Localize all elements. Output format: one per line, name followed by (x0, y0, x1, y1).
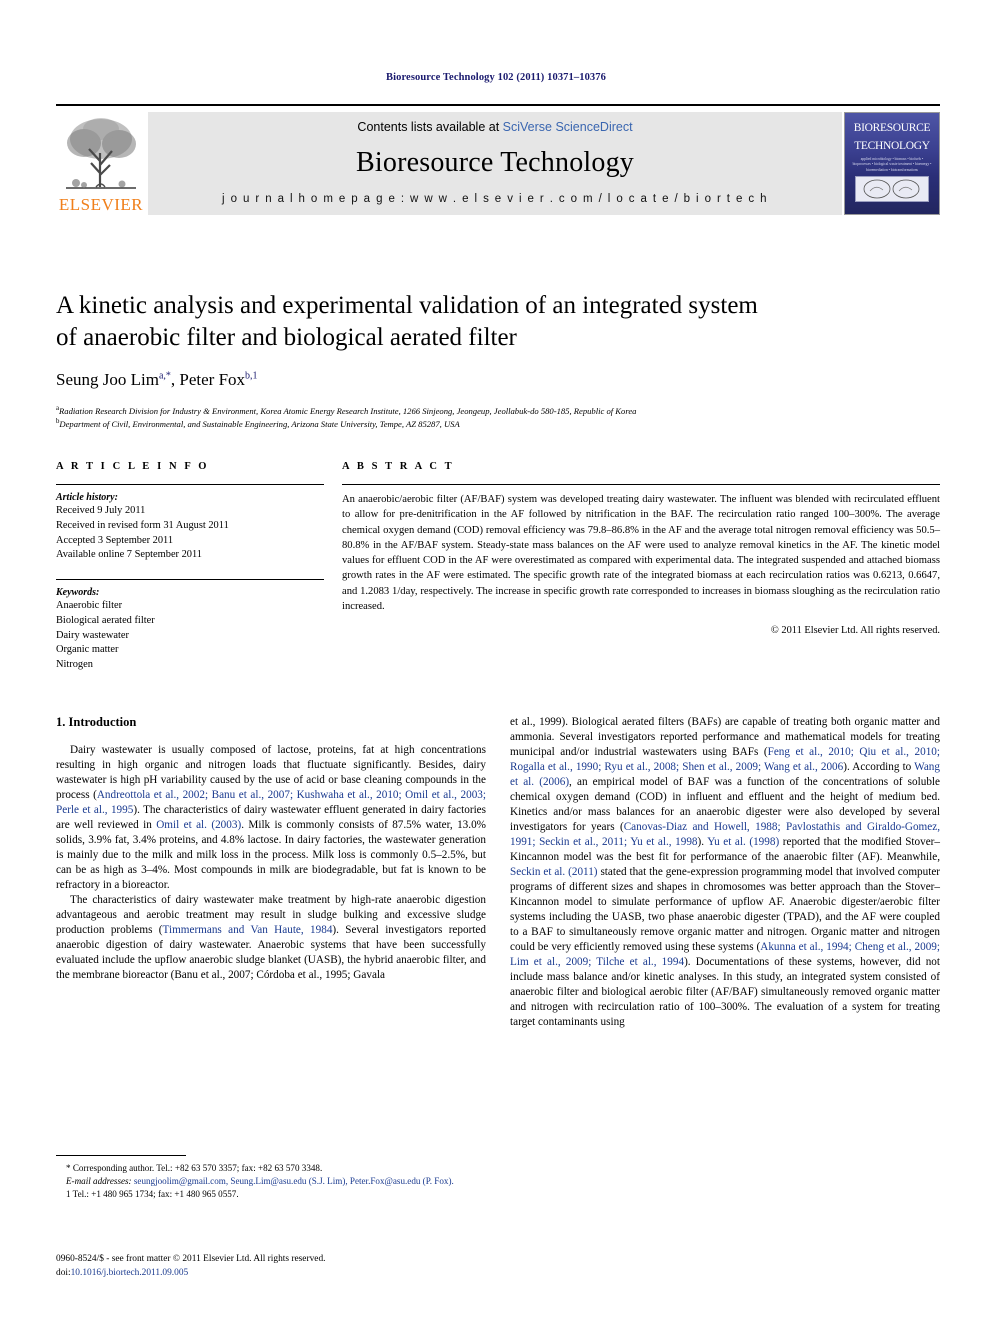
footnote-corresponding-author: * Corresponding author. Tel.: +82 63 570… (66, 1163, 323, 1173)
footnote-block: * Corresponding author. Tel.: +82 63 570… (56, 1155, 486, 1201)
sciencedirect-link[interactable]: SciVerse ScienceDirect (503, 120, 633, 134)
doi-label: doi: (56, 1267, 71, 1278)
cover-title-line2: TECHNOLOGY (854, 139, 930, 152)
footnote-emails: E-mail addresses: seungjoolim@gmail.com,… (56, 1175, 486, 1188)
author-name-2: Peter Fox (179, 370, 246, 389)
keyword-item: Dairy wastewater (56, 629, 129, 641)
running-head: Bioresource Technology 102 (2011) 10371–… (386, 72, 606, 83)
cover-title-line1: BIORESOURCE (853, 122, 931, 134)
body-column-right: et al., 1999). Biological aerated filter… (510, 715, 940, 1030)
email-addresses[interactable]: seungjoolim@gmail.com, Seung.Lim@asu.edu… (132, 1176, 454, 1186)
author-list: Seung Joo Lima,*, Peter Foxb,1 (56, 370, 258, 389)
title-block: A kinetic analysis and experimental vali… (56, 290, 940, 431)
journal-cover-thumbnail: BIORESOURCE TECHNOLOGY applied microbiol… (844, 112, 940, 215)
affiliation-a: aRadiation Research Division for Industr… (56, 404, 940, 417)
paragraph: The characteristics of dairy wastewater … (56, 894, 486, 981)
doi-value[interactable]: 10.1016/j.biortech.2011.09.005 (71, 1268, 189, 1278)
email-label: E-mail addresses: (66, 1175, 132, 1186)
abstract-heading: A B S T R A C T (342, 461, 455, 472)
contents-prefix: Contents lists available at (357, 120, 503, 134)
journal-homepage[interactable]: j o u r n a l h o m e p a g e : w w w . … (222, 193, 768, 205)
body-column-gap (486, 715, 510, 1030)
imprint-block: 0960-8524/$ - see front matter © 2011 El… (56, 1253, 556, 1280)
keyword-item: Biological aerated filter (56, 614, 155, 626)
column-gap (324, 461, 342, 673)
paper-title-line1: A kinetic analysis and experimental vali… (56, 292, 758, 319)
footnote-rule (56, 1155, 186, 1156)
affiliation-text-b: Department of Civil, Environmental, and … (59, 419, 460, 430)
author-marks-2: b,1 (245, 370, 258, 382)
body-columns: 1. Introduction Dairy wastewater is usua… (56, 715, 940, 1030)
keywords-rule (56, 579, 324, 581)
journal-title: Bioresource Technology (356, 147, 634, 178)
abstract-text: An anaerobic/aerobic filter (AF/BAF) sys… (342, 494, 940, 612)
body-column-left: 1. Introduction Dairy wastewater is usua… (56, 715, 486, 1030)
abstract-rule (342, 484, 940, 485)
history-item: Received 9 July 2011 (56, 505, 146, 516)
keyword-item: Nitrogen (56, 659, 93, 671)
issn-copyright-line: 0960-8524/$ - see front matter © 2011 El… (56, 1254, 326, 1264)
abstract-copyright: © 2011 Elsevier Ltd. All rights reserved… (770, 625, 940, 636)
contents-available-line: Contents lists available at SciVerse Sci… (357, 120, 632, 134)
article-info-heading: A R T I C L E I N F O (56, 461, 210, 472)
elsevier-tree-icon (62, 113, 140, 195)
info-abstract-region: A R T I C L E I N F O Article history: R… (56, 461, 940, 673)
article-info-rule (56, 484, 324, 485)
history-item: Available online 7 September 2011 (56, 549, 203, 561)
keywords-label: Keywords: (56, 587, 100, 599)
article-info-column: A R T I C L E I N F O Article history: R… (56, 461, 324, 673)
paragraph: Dairy wastewater is usually composed of … (56, 744, 487, 891)
elsevier-wordmark: ELSEVIER (58, 195, 144, 214)
doi-line: doi:10.1016/j.biortech.2011.09.005 (56, 1267, 556, 1281)
footnote-second-author-tel: 1 Tel.: +1 480 965 1734; fax: +1 480 965… (66, 1188, 239, 1199)
affiliation-b: bDepartment of Civil, Environmental, and… (56, 417, 940, 430)
cover-figure-icon (855, 176, 929, 203)
paper-title-line2: of anaerobic filter and biological aerat… (56, 324, 517, 351)
keyword-item: Organic matter (56, 644, 119, 656)
author-marks-1: a,* (158, 370, 171, 382)
section-heading-introduction: 1. Introduction (56, 715, 137, 729)
affiliation-text-a: Radiation Research Division for Industry… (59, 405, 637, 416)
author-name-1: Seung Joo Lim (56, 370, 159, 389)
keyword-item: Anaerobic filter (56, 600, 123, 612)
masthead-center: Contents lists available at SciVerse Sci… (148, 112, 842, 215)
journal-masthead: ELSEVIER Contents lists available at Sci… (56, 104, 940, 215)
abstract-column: A B S T R A C T An anaerobic/aerobic fil… (342, 461, 940, 673)
elsevier-logo: ELSEVIER (56, 112, 146, 215)
cover-subtitle: applied microbiology • biomass • biofuel… (852, 157, 932, 172)
paragraph: et al., 1999). Biological aerated filter… (510, 716, 941, 1028)
history-item: Received in revised form 31 August 2011 (56, 519, 229, 531)
page-title: A kinetic analysis and experimental vali… (56, 290, 940, 354)
paper-page: Bioresource Technology 102 (2011) 10371–… (0, 0, 992, 1323)
history-item: Accepted 3 September 2011 (56, 534, 174, 546)
article-history-label: Article history: (56, 492, 118, 503)
